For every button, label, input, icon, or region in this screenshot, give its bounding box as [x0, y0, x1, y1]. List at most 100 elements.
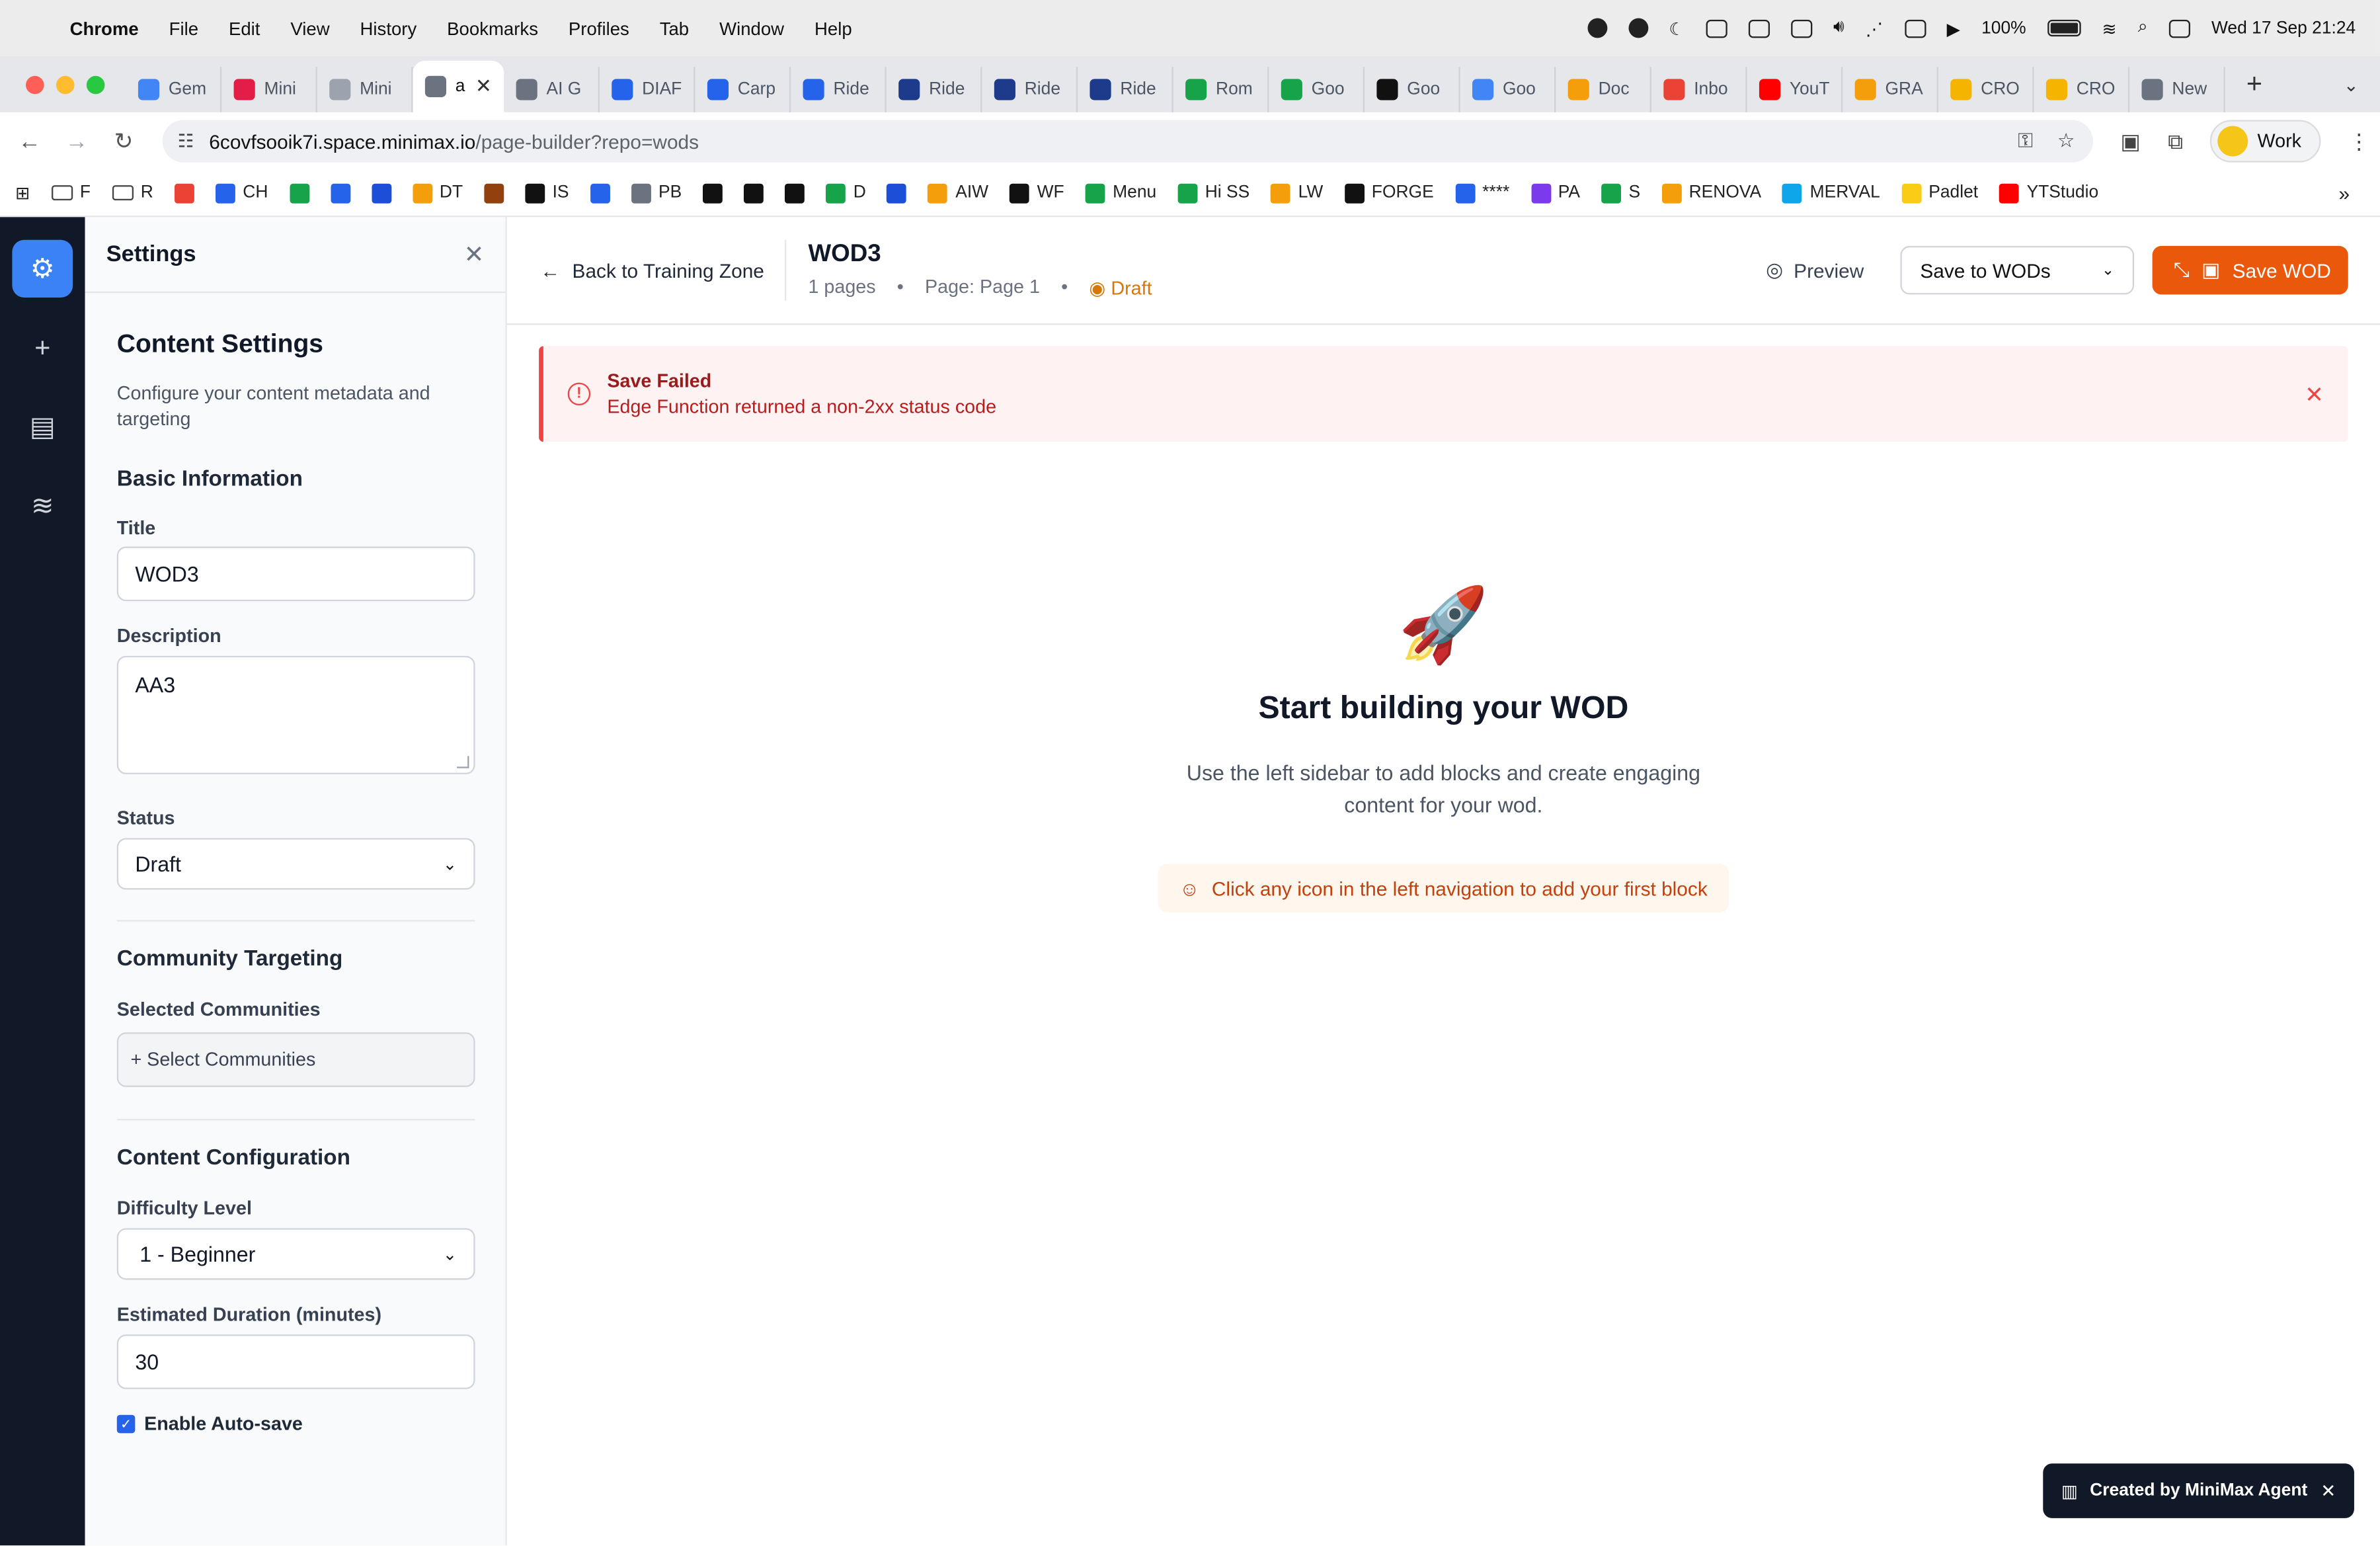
bookmark-item[interactable]: [590, 183, 610, 203]
bookmark-item[interactable]: MERVAL: [1782, 183, 1880, 203]
browser-tab[interactable]: Ride: [982, 67, 1078, 112]
bookmark-item[interactable]: DT: [412, 183, 463, 203]
bookmark-item[interactable]: WF: [1010, 183, 1064, 203]
menu-bookmarks[interactable]: Bookmarks: [432, 17, 553, 38]
bookmark-item[interactable]: R: [112, 184, 153, 202]
bookmark-item[interactable]: [785, 183, 805, 203]
browser-tab[interactable]: Ride: [887, 67, 982, 112]
bookmark-item[interactable]: [330, 183, 350, 203]
bookmark-item[interactable]: CH: [215, 183, 268, 203]
site-info-icon[interactable]: ☷: [178, 130, 194, 151]
window-icon[interactable]: [1790, 19, 1812, 38]
close-tab-icon[interactable]: ✕: [475, 74, 492, 99]
menu-history[interactable]: History: [345, 17, 432, 38]
browser-tab[interactable]: Goo: [1269, 67, 1365, 112]
profile-button[interactable]: Work: [2210, 120, 2321, 163]
browser-tab[interactable]: Mini: [317, 67, 413, 112]
duration-input[interactable]: 30: [116, 1334, 475, 1389]
bookmark-item[interactable]: YTStudio: [1999, 183, 2098, 203]
add-block-plus-icon[interactable]: +: [12, 319, 73, 376]
close-icon[interactable]: ✕: [464, 239, 485, 270]
browser-tab[interactable]: Ride: [1078, 67, 1173, 112]
bookmark-item[interactable]: S: [1601, 183, 1640, 203]
dots-icon[interactable]: ⋰: [1866, 17, 1883, 39]
browser-tab[interactable]: AI G: [504, 67, 600, 112]
back-to-training-zone-link[interactable]: ← Back to Training Zone: [540, 239, 787, 301]
search-icon[interactable]: ⌕: [2138, 19, 2148, 38]
bookmark-star-icon[interactable]: ☆: [2057, 129, 2075, 153]
url-text[interactable]: 6covfsooik7i.space.minimax.io/page-build…: [209, 130, 699, 152]
browser-tab[interactable]: Ride: [791, 67, 887, 112]
save-target-select[interactable]: Save to WODs ⌄: [1900, 245, 2135, 295]
bookmark-item[interactable]: PA: [1530, 183, 1580, 203]
bookmark-item[interactable]: ****: [1454, 183, 1509, 203]
menu-help[interactable]: Help: [799, 17, 867, 38]
close-window-button[interactable]: [26, 75, 44, 94]
puzzle-icon[interactable]: ⧉: [2168, 128, 2183, 154]
browser-tab[interactable]: Inbo: [1651, 67, 1747, 112]
menu-profiles[interactable]: Profiles: [553, 17, 645, 38]
bookmark-item[interactable]: D: [826, 183, 866, 203]
new-tab-button[interactable]: +: [2225, 68, 2283, 100]
menu-tab[interactable]: Tab: [645, 17, 704, 38]
preview-button[interactable]: ◎ Preview: [1748, 258, 1882, 282]
browser-tab[interactable]: New: [2129, 67, 2225, 112]
browser-tab[interactable]: Rom: [1173, 67, 1269, 112]
battery-icon[interactable]: [2047, 19, 2081, 37]
chatgpt-icon[interactable]: [1587, 18, 1607, 38]
display-icon[interactable]: [1748, 19, 1770, 38]
bookmark-item[interactable]: [703, 183, 723, 203]
app-status-icon[interactable]: [1628, 18, 1648, 38]
control-center-icon[interactable]: [2168, 19, 2190, 38]
bookmark-item[interactable]: [744, 183, 764, 203]
layers-icon[interactable]: ≋: [12, 477, 73, 534]
apps-grid-icon[interactable]: ⊞: [15, 183, 30, 204]
menu-file[interactable]: File: [154, 17, 214, 38]
menu-view[interactable]: View: [275, 17, 344, 38]
bookmark-item[interactable]: [371, 183, 391, 203]
menu-app[interactable]: Chrome: [70, 17, 154, 38]
save-wod-button[interactable]: ⤡ ▣ Save WOD: [2152, 245, 2348, 295]
browser-tab[interactable]: CRO: [1938, 67, 2034, 112]
browser-tab[interactable]: Carp: [695, 67, 791, 112]
kebab-menu-icon[interactable]: ⋮: [2348, 128, 2369, 154]
browser-tab[interactable]: Doc: [1556, 67, 1651, 112]
browser-tab[interactable]: CRO: [2034, 67, 2130, 112]
play-icon[interactable]: ▶︎: [1947, 17, 1960, 39]
bookmark-item[interactable]: AIW: [928, 183, 988, 203]
bookmark-item[interactable]: F: [51, 184, 91, 202]
clock[interactable]: Wed 17 Sep 21:24: [2211, 19, 2356, 38]
address-bar[interactable]: ☷ 6covfsooik7i.space.minimax.io/page-bui…: [162, 120, 2094, 163]
checkbox-checked-icon[interactable]: ✓: [116, 1414, 136, 1434]
extension-icon[interactable]: ▣: [2120, 128, 2140, 154]
browser-tab[interactable]: Goo: [1460, 67, 1556, 112]
bookmark-item[interactable]: Padlet: [1901, 183, 1978, 203]
moon-icon[interactable]: ☾: [1669, 17, 1685, 39]
password-key-icon[interactable]: ⚿: [2018, 129, 2033, 153]
bookmark-item[interactable]: Hi SS: [1177, 183, 1250, 203]
tab-search-chevron-icon[interactable]: ⌄: [2344, 73, 2380, 95]
browser-tab[interactable]: Mini: [221, 67, 317, 112]
reload-icon[interactable]: ↻: [100, 128, 147, 155]
select-communities-button[interactable]: + Select Communities: [116, 1032, 475, 1087]
settings-gear-icon[interactable]: ⚙: [12, 239, 73, 298]
bookmark-item[interactable]: [484, 183, 504, 203]
autosave-checkbox-row[interactable]: ✓ Enable Auto-save: [116, 1413, 474, 1435]
difficulty-select[interactable]: 1 - Beginner ⌄: [116, 1228, 475, 1280]
minimize-window-button[interactable]: [56, 75, 75, 94]
wifi-icon[interactable]: ≋: [2102, 17, 2116, 39]
menu-window[interactable]: Window: [704, 17, 799, 38]
forward-arrow-icon[interactable]: →: [53, 128, 100, 154]
zoom-window-button[interactable]: [86, 75, 105, 94]
volume-icon[interactable]: 🔊︎: [1833, 19, 1844, 38]
browser-tab[interactable]: DIAF: [600, 67, 695, 112]
bookmark-item[interactable]: [174, 183, 194, 203]
bookmark-item[interactable]: [289, 183, 309, 203]
browser-tab[interactable]: GRA: [1843, 67, 1938, 112]
browser-tab[interactable]: YouT: [1747, 67, 1843, 112]
keyboard-icon[interactable]: [1904, 19, 1926, 38]
bookmark-item[interactable]: Menu: [1085, 183, 1156, 203]
bookmark-item[interactable]: LW: [1271, 183, 1323, 203]
tab-active[interactable]: a ✕: [413, 60, 504, 112]
browser-tab[interactable]: Goo: [1365, 67, 1460, 112]
